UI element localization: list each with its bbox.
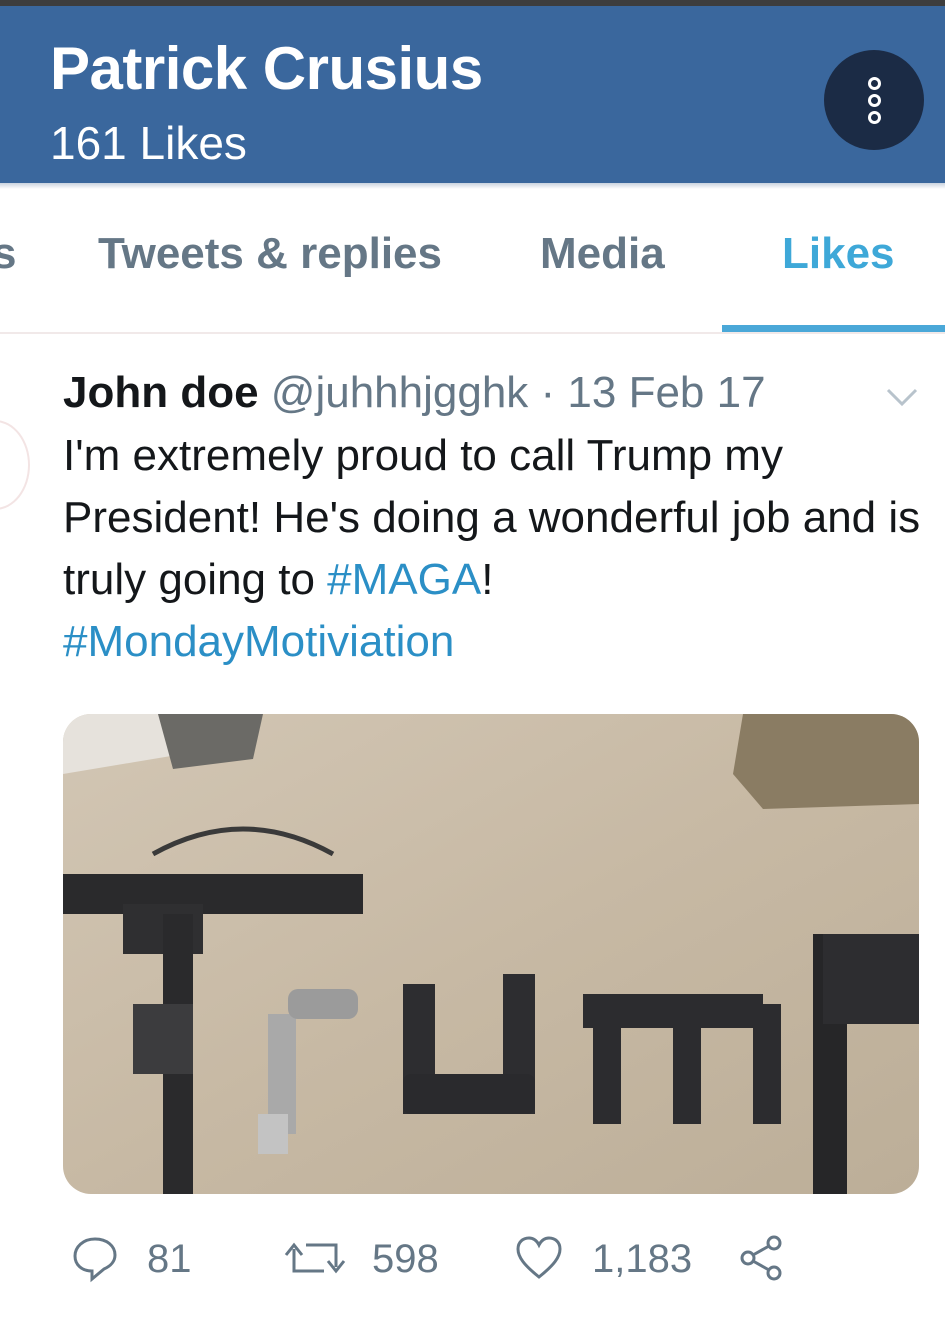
reply-count: 81 <box>147 1237 192 1281</box>
avatar[interactable] <box>0 420 30 510</box>
profile-tabs: s Tweets & replies Media Likes <box>0 189 945 334</box>
profile-header: Patrick Crusius 161 Likes <box>0 0 945 183</box>
tweet-media-image[interactable] <box>63 714 919 1194</box>
active-tab-indicator <box>722 325 945 332</box>
hashtag-monday-motivation[interactable]: #MondayMotiviation <box>63 617 454 666</box>
likes-count: 161 Likes <box>50 117 247 169</box>
more-dot <box>867 93 881 107</box>
tweet-header: John doe @juhhhjgghk · 13 Feb 17 <box>63 368 766 418</box>
tweet-actions: 81 598 1,183 <box>0 1225 945 1295</box>
tab-likes[interactable]: Likes <box>782 229 895 279</box>
tab-tweets[interactable]: s <box>0 229 16 279</box>
share-icon[interactable] <box>736 1233 786 1283</box>
hashtag-maga[interactable]: #MAGA <box>327 555 481 604</box>
more-dot <box>867 110 881 124</box>
author-handle[interactable]: @juhhhjgghk <box>271 368 529 417</box>
tab-tweets-replies[interactable]: Tweets & replies <box>98 229 442 279</box>
retweet-count: 598 <box>372 1237 439 1281</box>
profile-name: Patrick Crusius <box>50 35 483 102</box>
tweet-date[interactable]: 13 Feb 17 <box>567 368 765 417</box>
more-vertical-icon <box>867 76 881 90</box>
tweet-text: I'm extremely proud to call Trump my Pre… <box>63 425 923 673</box>
chevron-down-icon[interactable] <box>882 382 922 412</box>
separator: · <box>528 368 568 417</box>
author-name[interactable]: John doe <box>63 368 259 417</box>
retweet-icon[interactable] <box>284 1233 346 1283</box>
like-count: 1,183 <box>592 1237 693 1281</box>
reply-icon[interactable] <box>70 1233 120 1283</box>
heart-icon[interactable] <box>514 1233 564 1283</box>
tab-media[interactable]: Media <box>540 229 665 279</box>
more-options-button[interactable] <box>824 50 924 150</box>
tweet-body-end: ! <box>481 555 494 604</box>
